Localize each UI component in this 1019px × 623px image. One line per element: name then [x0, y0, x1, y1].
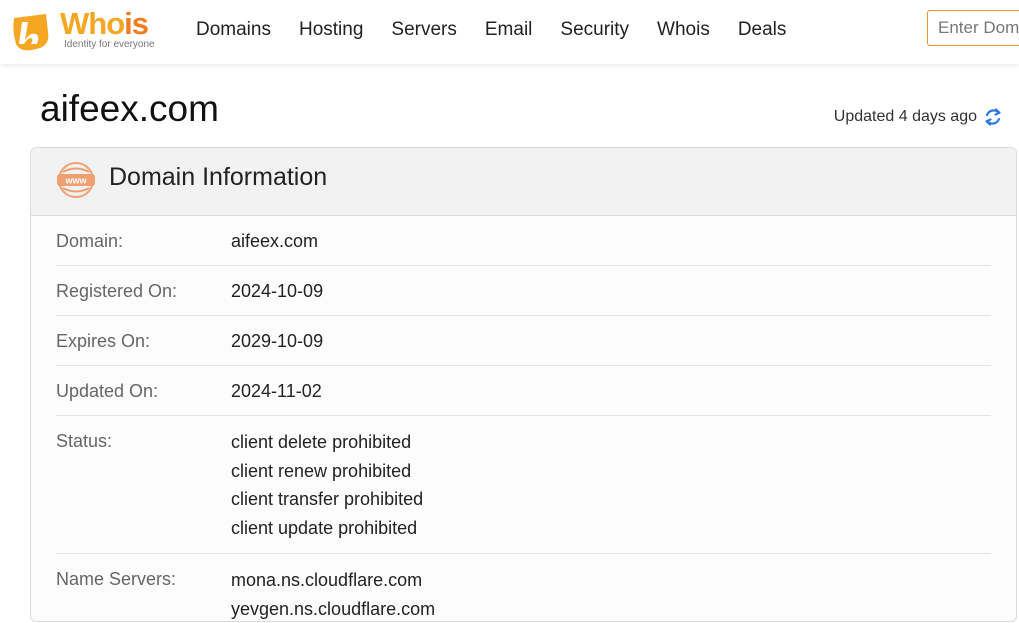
card-title: Domain Information — [109, 163, 328, 191]
row-label: Registered On: — [56, 281, 178, 301]
card-header: www Domain Information — [31, 148, 1016, 216]
nav-item-email[interactable]: Email — [471, 16, 547, 46]
domain-search-input[interactable] — [928, 11, 1019, 45]
whois-logo-icon — [13, 14, 49, 51]
name-server-value: yevgen.ns.cloudflare.com — [231, 598, 436, 619]
row-label: Updated On: — [56, 381, 159, 401]
row-value-list: client delete prohibited client renew pr… — [231, 428, 423, 542]
status-value: client update prohibited — [231, 517, 418, 538]
updated-status: Updated 4 days ago — [834, 106, 1003, 128]
status-value: client renew prohibited — [231, 460, 412, 481]
row-domain: Domain: aifeex.com — [56, 216, 991, 266]
row-value: 2024-10-09 — [231, 281, 324, 301]
whois-logo[interactable]: Whois Identity for everyone — [10, 6, 165, 54]
status-value: client delete prohibited — [231, 432, 412, 452]
nav-item-security[interactable]: Security — [546, 16, 643, 46]
nav-item-hosting[interactable]: Hosting — [285, 16, 377, 46]
nav-item-deals[interactable]: Deals — [724, 16, 801, 46]
page-title: aifeex.com — [40, 88, 219, 129]
www-globe-icon: www — [57, 162, 95, 198]
domain-information-card: www Domain Information Domain: aifeex.co… — [30, 147, 1017, 622]
top-navbar: Whois Identity for everyone Domains Host… — [0, 0, 1019, 64]
nav-item-domains[interactable]: Domains — [182, 16, 285, 46]
nav-item-servers[interactable]: Servers — [377, 16, 470, 46]
row-label: Domain: — [56, 231, 124, 251]
row-expires-on: Expires On: 2029-10-09 — [56, 316, 991, 366]
row-value-list: mona.ns.cloudflare.com yevgen.ns.cloudfl… — [231, 566, 436, 621]
row-status: Status: client delete prohibited client … — [56, 416, 991, 554]
domain-search-box — [927, 10, 1019, 46]
refresh-icon[interactable] — [983, 106, 1003, 128]
row-label: Name Servers: — [56, 569, 177, 589]
name-server-value: mona.ns.cloudflare.com — [231, 570, 423, 590]
status-value: client transfer prohibited — [231, 489, 424, 509]
row-label: Expires On: — [56, 331, 151, 351]
row-value: 2024-11-02 — [231, 381, 322, 401]
main-nav: Domains Hosting Servers Email Security W… — [182, 16, 800, 46]
row-label: Status: — [56, 431, 113, 451]
domain-info-rows: Domain: aifeex.com Registered On: 2024-1… — [56, 216, 991, 621]
row-updated-on: Updated On: 2024-11-02 — [56, 366, 991, 416]
row-value: 2029-10-09 — [231, 331, 324, 351]
nav-item-whois[interactable]: Whois — [643, 16, 724, 46]
logo-wordmark: Whois — [60, 6, 149, 41]
logo-tagline: Identity for everyone — [64, 39, 155, 50]
row-value: aifeex.com — [231, 231, 319, 251]
row-name-servers: Name Servers: mona.ns.cloudflare.com yev… — [56, 554, 991, 621]
updated-text: Updated 4 days ago — [833, 108, 977, 125]
row-registered-on: Registered On: 2024-10-09 — [56, 266, 991, 316]
www-icon-label: www — [64, 176, 87, 186]
